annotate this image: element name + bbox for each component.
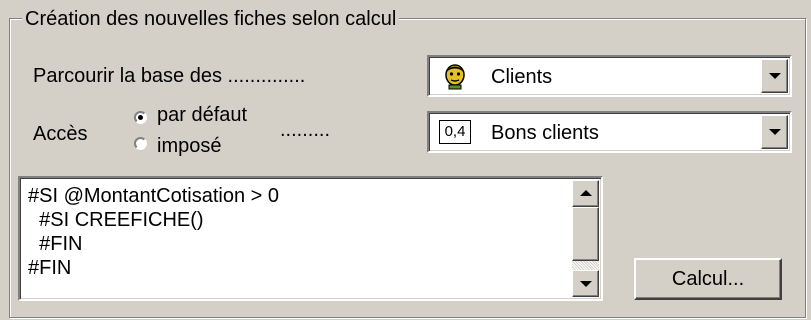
filter-select-value: Bons clients <box>491 122 599 144</box>
radio-default[interactable] <box>134 111 147 124</box>
scroll-up-button[interactable] <box>572 180 599 207</box>
arrow-up-icon <box>579 189 592 196</box>
scroll-down-button[interactable] <box>572 270 599 297</box>
radio-imposed[interactable] <box>134 137 147 150</box>
formula-line: #FIN <box>28 233 83 255</box>
database-select[interactable]: Clients <box>427 55 792 97</box>
group-title: Création des nouvelles fiches selon calc… <box>22 7 400 31</box>
database-dropdown-button[interactable] <box>761 59 788 93</box>
radio-selected-dot <box>138 115 143 120</box>
arrow-down-icon <box>579 280 592 287</box>
client-face-icon <box>445 64 465 90</box>
radio-default-label[interactable]: par défaut <box>157 103 247 127</box>
radio-imposed-label[interactable]: imposé <box>157 134 221 158</box>
query-icon: 0,4 <box>439 120 471 144</box>
formula-line: #SI CREEFICHE() <box>28 209 204 231</box>
formula-text[interactable]: #SI @MontantCotisation > 0 #SI CREEFICHE… <box>28 184 279 280</box>
formula-editor[interactable]: #SI @MontantCotisation > 0 #SI CREEFICHE… <box>18 176 603 301</box>
scroll-thumb[interactable] <box>572 207 599 261</box>
calculate-button[interactable]: Calcul... <box>634 258 782 300</box>
vertical-scrollbar[interactable] <box>572 180 599 297</box>
chevron-down-icon <box>768 73 781 79</box>
formula-line: #SI @MontantCotisation > 0 <box>28 185 279 207</box>
chevron-down-icon <box>768 129 781 135</box>
access-label: Accès <box>33 123 88 145</box>
access-dots: ......... <box>280 119 331 141</box>
formula-line: #FIN <box>28 257 72 279</box>
filter-select[interactable]: 0,4 Bons clients <box>427 111 792 153</box>
database-select-value: Clients <box>491 66 553 88</box>
browse-label: Parcourir la base des .............. <box>33 65 306 87</box>
filter-dropdown-button[interactable] <box>761 115 788 149</box>
